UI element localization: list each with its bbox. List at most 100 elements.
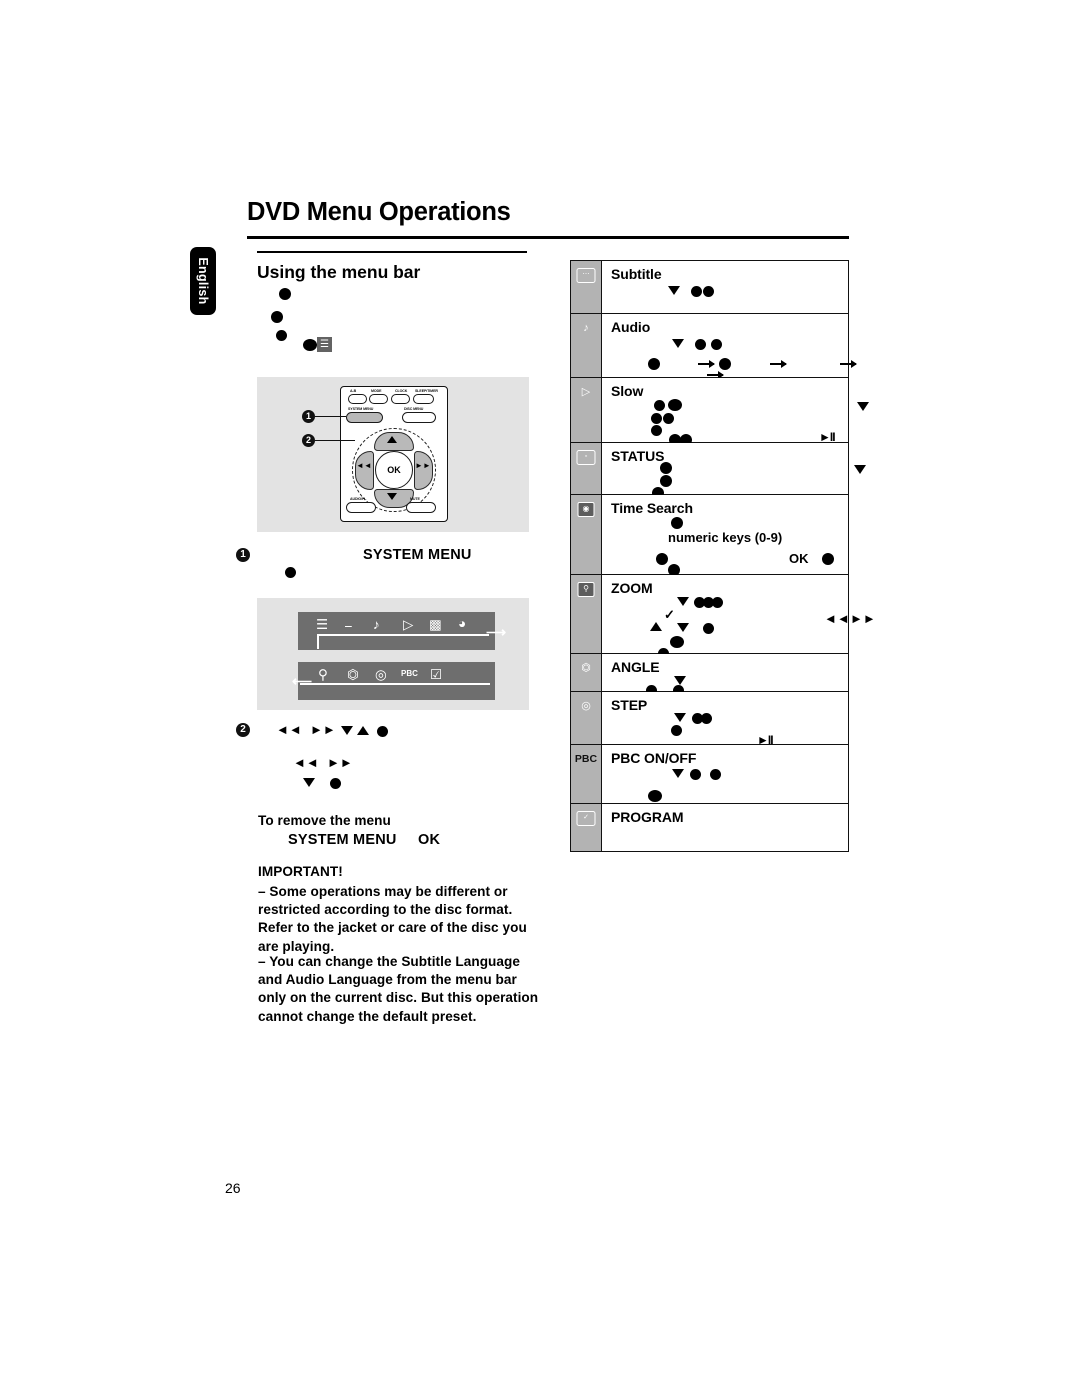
down-arrow-icon — [674, 713, 686, 722]
remote-button-ab[interactable] — [348, 394, 367, 404]
redaction-dot — [691, 286, 702, 297]
remote-label-sleep: SLEEP/TIMER — [415, 389, 438, 393]
zoom-icon: ⚲ — [571, 575, 602, 653]
row-label: Slow — [611, 383, 644, 399]
arrow-right-icon — [707, 371, 724, 379]
remote-button-mode[interactable] — [369, 394, 388, 404]
arrow-right-icon — [770, 360, 787, 368]
remote-button-sleep-timer[interactable] — [413, 394, 434, 404]
important-heading: IMPORTANT! — [258, 864, 343, 879]
subtitle-icon[interactable]: ⎯ — [345, 619, 352, 633]
callout-1-leader — [315, 416, 346, 418]
section-heading: Using the menu bar — [257, 262, 421, 282]
table-row: ◉ Time Search numeric keys (0-9) OK — [571, 495, 848, 576]
remote-button-mute[interactable] — [406, 502, 436, 513]
pbc-icon[interactable]: PBC — [401, 670, 418, 678]
forward-icon: ►► — [327, 755, 353, 770]
check-icon: ✓ — [664, 607, 675, 622]
arrow-right-icon — [698, 360, 715, 368]
row-label: Subtitle — [611, 266, 662, 282]
row-label: ANGLE — [611, 659, 660, 675]
step-icon[interactable]: ◎ — [375, 668, 387, 682]
redaction-dot — [651, 425, 662, 436]
time-search-icon[interactable]: ◕ — [458, 617, 466, 631]
remote-label-system-menu: SYSTEM MENU — [348, 407, 374, 411]
redaction-dot — [690, 769, 701, 780]
redaction-dot — [648, 358, 660, 370]
forward-icon: ►► — [415, 461, 431, 470]
program-icon[interactable]: ☑ — [430, 668, 442, 682]
remote-button-audio[interactable] — [346, 502, 376, 513]
subtitle-icon: ⋯ — [571, 261, 602, 313]
row-label: STEP — [611, 697, 648, 713]
remove-menu-key-2: OK — [418, 832, 441, 848]
redaction-dot — [656, 553, 668, 565]
table-row-body: Audio — [602, 314, 857, 379]
forward-icon: ►► — [850, 611, 876, 626]
redaction-dot — [710, 769, 721, 780]
redaction-dot — [670, 636, 684, 648]
row-label: Time Search — [611, 500, 693, 516]
remove-menu-key-1: SYSTEM MENU — [288, 832, 397, 848]
table-row-body: STEP ►II — [602, 692, 848, 747]
slow-icon[interactable]: ▷ — [403, 618, 413, 632]
redaction-dot — [377, 726, 388, 737]
audio-icon[interactable]: ♪ — [373, 618, 380, 632]
remote-label-audio: AUDIO/PL — [350, 497, 367, 501]
down-arrow-icon — [341, 726, 353, 735]
redaction-dot — [703, 286, 714, 297]
remote-button-disc-menu[interactable] — [402, 412, 436, 423]
table-row: ⚲ ZOOM ✓ ◄◄ ►► — [571, 575, 876, 659]
remote-label-mode: MODE — [371, 389, 382, 393]
remote-ok-button[interactable]: OK — [375, 451, 413, 489]
redaction-dot — [303, 339, 317, 351]
redaction-dot — [663, 413, 674, 424]
arrow-left-icon: ⟵ — [292, 673, 313, 689]
angle-icon[interactable]: ⏣ — [347, 668, 359, 682]
arrow-right-icon: ⟶ — [486, 624, 507, 640]
zoom-icon[interactable]: ⚲ — [318, 668, 328, 682]
callout-2: 2 — [302, 434, 315, 447]
menu-bar-row-2-rule — [300, 683, 490, 685]
status-icon[interactable]: ▩ — [429, 618, 442, 632]
forward-icon: ►► — [310, 722, 336, 737]
up-arrow-icon — [650, 622, 662, 631]
title-divider — [247, 236, 849, 239]
important-bullet-2: – You can change the Subtitle Language a… — [258, 954, 539, 1024]
remote-nav-left[interactable] — [355, 451, 374, 490]
remote-button-clock[interactable] — [391, 394, 410, 404]
redaction-dot — [648, 790, 662, 802]
redaction-dot — [660, 475, 672, 487]
redaction-dot — [651, 413, 662, 424]
remote-label-disc-menu: DISC MENU — [404, 407, 424, 411]
setup-icon[interactable]: ☰ — [316, 618, 328, 632]
page-number: 26 — [225, 1180, 241, 1196]
manual-page: DVD Menu Operations English Using the me… — [0, 0, 1080, 1397]
remote-button-system-menu[interactable] — [346, 412, 383, 423]
table-row: PBC PBC ON/OFF — [571, 745, 848, 804]
table-row: ▫ STATUS — [571, 443, 866, 499]
redaction-dot — [701, 713, 712, 724]
redaction-dot — [711, 339, 722, 350]
down-arrow-icon — [672, 339, 684, 348]
table-row: ✓ PROGRAM — [571, 804, 848, 851]
language-tab: English — [190, 247, 216, 315]
callout-2-leader — [315, 440, 355, 442]
step-icon: ◎ — [571, 692, 602, 744]
section-divider — [257, 251, 527, 253]
redaction-dot — [822, 553, 834, 565]
redaction-dot — [279, 288, 291, 300]
status-icon: ▫ — [571, 443, 602, 494]
rewind-icon: ◄◄ — [356, 461, 372, 470]
table-row: ⋯ Subtitle — [571, 261, 848, 314]
redaction-dot — [703, 623, 714, 634]
table-row-body: PBC ON/OFF — [602, 745, 848, 803]
down-arrow-icon — [677, 623, 689, 632]
table-row: ▷ Slow ►II — [571, 378, 869, 446]
callout-1: 1 — [302, 410, 315, 423]
redaction-dot — [712, 597, 723, 608]
rewind-icon: ◄◄ — [276, 722, 302, 737]
redaction-dot — [271, 311, 283, 323]
page-title: DVD Menu Operations — [247, 198, 511, 226]
redaction-dot — [654, 400, 665, 411]
